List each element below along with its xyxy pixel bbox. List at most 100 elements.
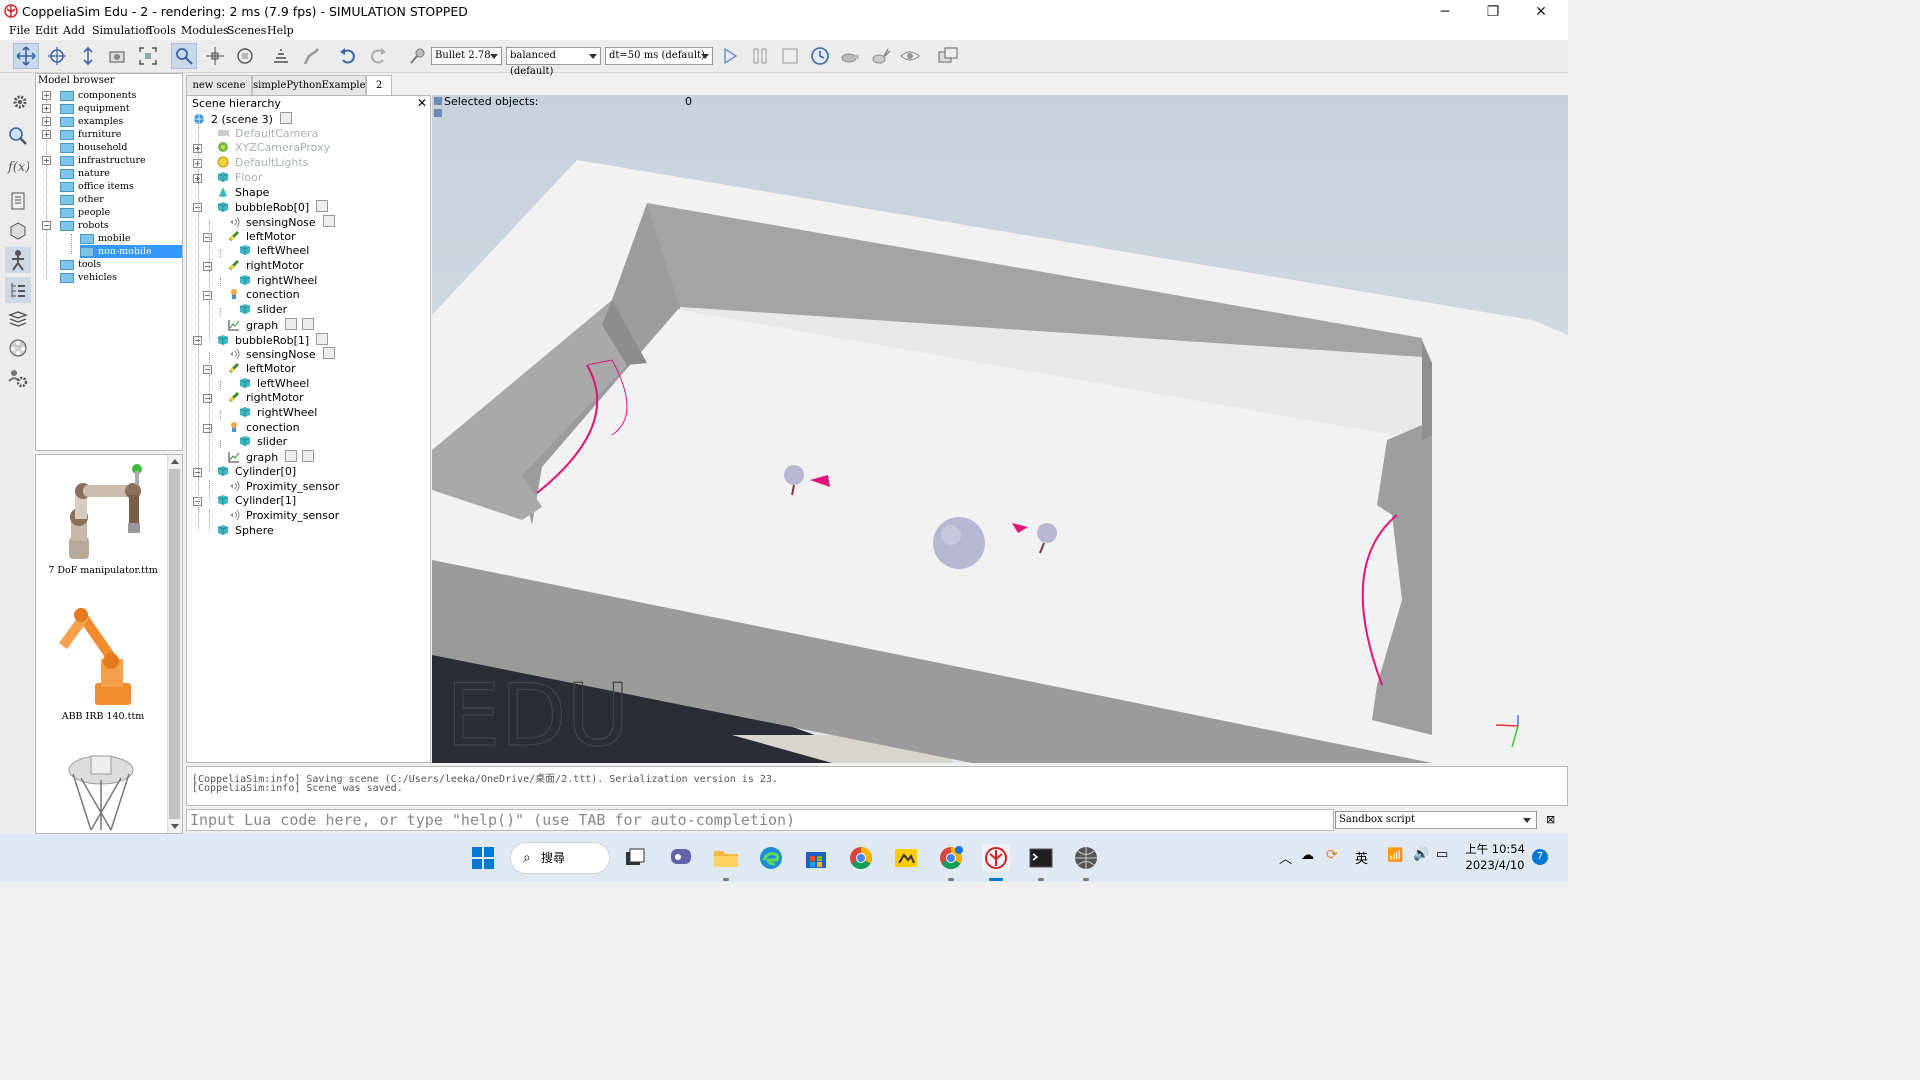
terminal-button[interactable] xyxy=(1027,844,1055,872)
hierarchy-item[interactable]: 2 (scene 3) xyxy=(193,112,292,126)
graph-data-icon[interactable] xyxy=(302,450,315,463)
model-thumbnail-abb-irb140[interactable] xyxy=(51,603,151,711)
minimize-button[interactable]: ─ xyxy=(1422,0,1468,24)
camera-rotate-button[interactable] xyxy=(44,43,70,69)
click-select-button[interactable] xyxy=(171,43,197,69)
physics-engine-select[interactable]: Bullet 2.78 xyxy=(431,47,502,65)
hierarchy-item[interactable]: leftWheel xyxy=(239,377,309,391)
maximize-button[interactable]: ❐ xyxy=(1470,0,1516,24)
menu-tools[interactable]: Tools xyxy=(147,24,176,37)
slow-down-button[interactable] xyxy=(837,43,863,69)
pause-simulation-button[interactable] xyxy=(747,43,773,69)
stop-simulation-button[interactable] xyxy=(777,43,803,69)
hierarchy-item[interactable]: Cylinder[0] xyxy=(217,465,296,479)
menu-edit[interactable]: Edit xyxy=(35,24,58,37)
scene-hierarchy-toggle-button[interactable] xyxy=(5,277,31,303)
script-icon[interactable] xyxy=(316,200,329,213)
hierarchy-item[interactable]: rightWheel xyxy=(239,274,317,288)
collections-button[interactable] xyxy=(5,188,31,214)
model-folder-vehicles[interactable]: vehicles xyxy=(60,271,117,284)
script-icon[interactable] xyxy=(279,112,292,124)
edge-browser-button[interactable] xyxy=(757,844,785,872)
collapse-icon[interactable]: − xyxy=(203,262,212,271)
scroll-down-icon[interactable] xyxy=(171,824,179,829)
chrome-button[interactable] xyxy=(847,844,875,872)
store-button[interactable] xyxy=(802,844,830,872)
model-folder-furniture[interactable]: furniture xyxy=(60,128,121,141)
timestep-select[interactable]: dt=50 ms (default) xyxy=(605,47,713,65)
thumbnails-scrollbar[interactable] xyxy=(167,455,182,833)
graph-settings-icon[interactable] xyxy=(285,450,298,463)
realtime-mode-button[interactable] xyxy=(807,43,833,69)
script-select[interactable]: Sandbox script xyxy=(1335,811,1537,829)
volume-icon[interactable]: 🔊 xyxy=(1413,847,1429,862)
model-folder-infrastructure[interactable]: infrastructure xyxy=(60,154,146,167)
model-folder-non-mobile[interactable]: non-mobile xyxy=(80,245,182,258)
menu-simulation[interactable]: Simulation xyxy=(92,24,152,37)
hierarchy-item[interactable]: bubbleRob[1] xyxy=(217,332,329,347)
collapse-icon[interactable]: − xyxy=(203,364,212,374)
menu-scenes[interactable]: Scenes xyxy=(227,24,266,37)
hierarchy-item[interactable]: graph xyxy=(228,450,315,464)
menu-add[interactable]: Add xyxy=(63,24,85,37)
hierarchy-item[interactable]: slider xyxy=(239,303,287,317)
calculation-modules-button[interactable]: f(x) xyxy=(5,153,31,179)
expand-icon[interactable]: + xyxy=(42,91,51,100)
sphere-object[interactable] xyxy=(933,517,985,569)
hierarchy-item[interactable]: Shape xyxy=(217,186,269,200)
collapse-icon[interactable]: − xyxy=(203,291,212,301)
scroll-up-icon[interactable] xyxy=(171,459,179,464)
object-shift-button[interactable] xyxy=(202,43,228,69)
collapse-icon[interactable]: − xyxy=(203,394,212,404)
model-folder-mobile[interactable]: mobile xyxy=(80,232,131,245)
task-view-button[interactable] xyxy=(621,844,649,872)
script-icon[interactable] xyxy=(316,332,329,345)
hierarchy-item[interactable]: rightMotor xyxy=(228,391,304,405)
camera-shift-button[interactable] xyxy=(75,43,101,69)
start-button[interactable] xyxy=(469,844,497,872)
expand-icon[interactable]: + xyxy=(42,117,51,126)
hierarchy-item[interactable]: sensingNose xyxy=(228,214,335,229)
camera-pan-button[interactable] xyxy=(13,43,39,69)
coppeliasim-taskbar-button[interactable] xyxy=(982,844,1010,872)
menu-file[interactable]: File xyxy=(9,24,30,37)
lua-command-input[interactable]: Input Lua code here, or type "help()" (u… xyxy=(186,809,1334,831)
menu-modules[interactable]: Modules xyxy=(181,24,229,37)
hierarchy-item[interactable]: leftMotor xyxy=(228,362,296,376)
collapse-icon[interactable]: − xyxy=(203,423,212,433)
camera-angle-button[interactable] xyxy=(104,43,130,69)
hierarchy-item[interactable]: bubbleRob[0] xyxy=(217,200,329,214)
console-close-icon[interactable]: ⊠ xyxy=(1546,813,1555,826)
collapse-icon[interactable]: − xyxy=(42,221,51,230)
scrollbar-thumb[interactable] xyxy=(169,469,180,819)
model-folder-office-items[interactable]: office items xyxy=(60,180,134,193)
hierarchy-item[interactable]: Sphere xyxy=(217,524,274,538)
hierarchy-item[interactable]: leftWheel xyxy=(239,244,309,258)
script-icon[interactable] xyxy=(322,214,335,227)
model-browser-toggle-button[interactable] xyxy=(5,247,31,273)
graph-data-icon[interactable] xyxy=(302,317,315,330)
taskbar-search[interactable]: ⌕ 搜尋 xyxy=(510,842,610,874)
notification-badge[interactable]: 7 xyxy=(1532,849,1548,865)
hierarchy-item[interactable]: Floor xyxy=(217,171,262,185)
model-folder-household[interactable]: household xyxy=(60,141,127,154)
model-folder-components[interactable]: components xyxy=(60,89,136,102)
app-launcher-button[interactable] xyxy=(892,844,920,872)
model-folder-robots[interactable]: robots xyxy=(60,219,109,232)
transfer-dna-button[interactable] xyxy=(298,43,324,69)
hierarchy-item[interactable]: Proximity_sensor xyxy=(228,480,339,494)
page-selector-button[interactable] xyxy=(935,43,961,69)
expand-icon[interactable]: + xyxy=(42,104,51,113)
tab-new-scene[interactable]: new scene xyxy=(186,75,252,95)
hierarchy-item[interactable]: Cylinder[1] xyxy=(217,494,296,508)
close-button[interactable]: ✕ xyxy=(1518,0,1564,24)
hierarchy-item[interactable]: Proximity_sensor xyxy=(228,509,339,523)
selection-button[interactable] xyxy=(5,123,31,149)
engine-accuracy-select[interactable]: balanced (default) xyxy=(506,47,601,77)
fit-to-view-button[interactable] xyxy=(135,43,161,69)
chrome-profile-button[interactable] xyxy=(937,844,965,872)
object-rotate-button[interactable] xyxy=(232,43,258,69)
model-folder-equipment[interactable]: equipment xyxy=(60,102,130,115)
model-thumbnail-7dof[interactable] xyxy=(51,459,151,567)
graph-settings-icon[interactable] xyxy=(285,317,298,330)
